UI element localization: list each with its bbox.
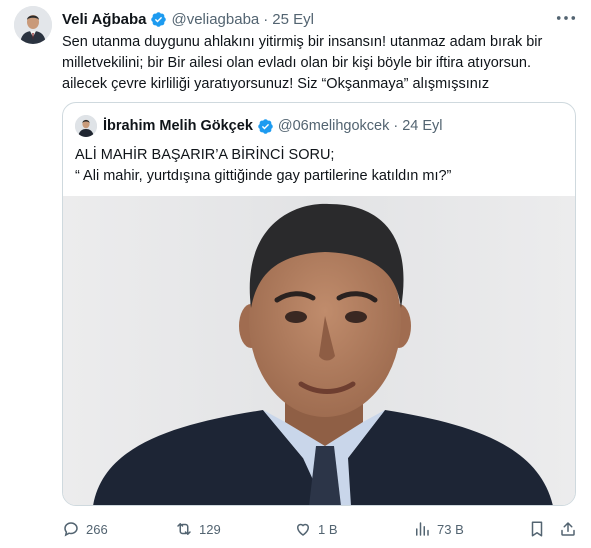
tweet-date[interactable]: 25 Eyl [272,11,314,28]
separator-dot: · [263,10,269,28]
separator-dot: · [393,118,399,134]
quoted-tweet-text: ALİ MAHİR BAŞARIR’A BİRİNCİ SORU; “ Ali … [75,145,565,187]
share-button[interactable] [559,518,577,540]
more-options-button[interactable] [555,8,577,28]
tweet[interactable]: Veli Ağbaba @veliagbaba · 25 Eyl Sen uta… [0,0,591,548]
repost-count: 129 [199,521,221,537]
views-icon [416,522,429,536]
quoted-text-line: ALİ MAHİR BAŞARIR’A BİRİNCİ SORU; [75,147,335,163]
quoted-tweet-header: İbrahim Melih Gökçek @06melihgokcek · 24… [75,115,565,137]
tweet-text-line: ailecek çevre kirliliği yaratıyorsunuz! … [62,76,490,92]
tweet-text: Sen utanma duygunu ahlakını yitirmiş bir… [62,32,577,95]
quoted-author-handle[interactable]: @06melihgokcek [278,118,389,134]
author-avatar[interactable] [14,6,52,44]
quoted-tweet[interactable]: İbrahim Melih Gökçek @06melihgokcek · 24… [62,102,576,506]
quoted-author-name[interactable]: İbrahim Melih Gökçek [103,118,253,134]
quoted-tweet-date[interactable]: 24 Eyl [402,118,442,134]
views-button[interactable]: 73 B [413,518,464,540]
tweet-text-line: milletvekilini; bir Bir ailesi olan evla… [62,55,532,71]
author-handle[interactable]: @veliagbaba [171,11,259,28]
share-icon [561,522,575,536]
reply-button[interactable]: 266 [62,518,108,540]
bookmark-button[interactable] [528,518,546,540]
views-count: 73 B [437,521,464,537]
quoted-tweet-photo[interactable] [63,196,575,505]
repost-icon [177,523,191,535]
heart-icon [296,523,310,536]
like-button[interactable]: 1 B [294,518,338,540]
bookmark-icon [531,521,543,537]
reply-icon [64,522,78,537]
quoted-text-line: “ Ali mahir, yurtdışına gittiğinde gay p… [75,168,452,184]
tweet-text-line: Sen utanma duygunu ahlakını yitirmiş bir… [62,34,543,50]
quoted-author-avatar[interactable] [75,115,97,137]
verified-badge-icon [150,11,167,28]
verified-badge-icon [257,118,274,135]
more-icon [556,16,576,20]
reply-count: 266 [86,521,108,537]
author-name[interactable]: Veli Ağbaba [62,11,146,28]
action-bar: 266 129 1 B 73 B [62,518,582,540]
portrait-photo [63,196,575,505]
tweet-header: Veli Ağbaba @veliagbaba · 25 Eyl [62,9,577,29]
repost-button[interactable]: 129 [175,518,221,540]
like-count: 1 B [318,521,338,537]
author-avatar-image [14,6,52,44]
